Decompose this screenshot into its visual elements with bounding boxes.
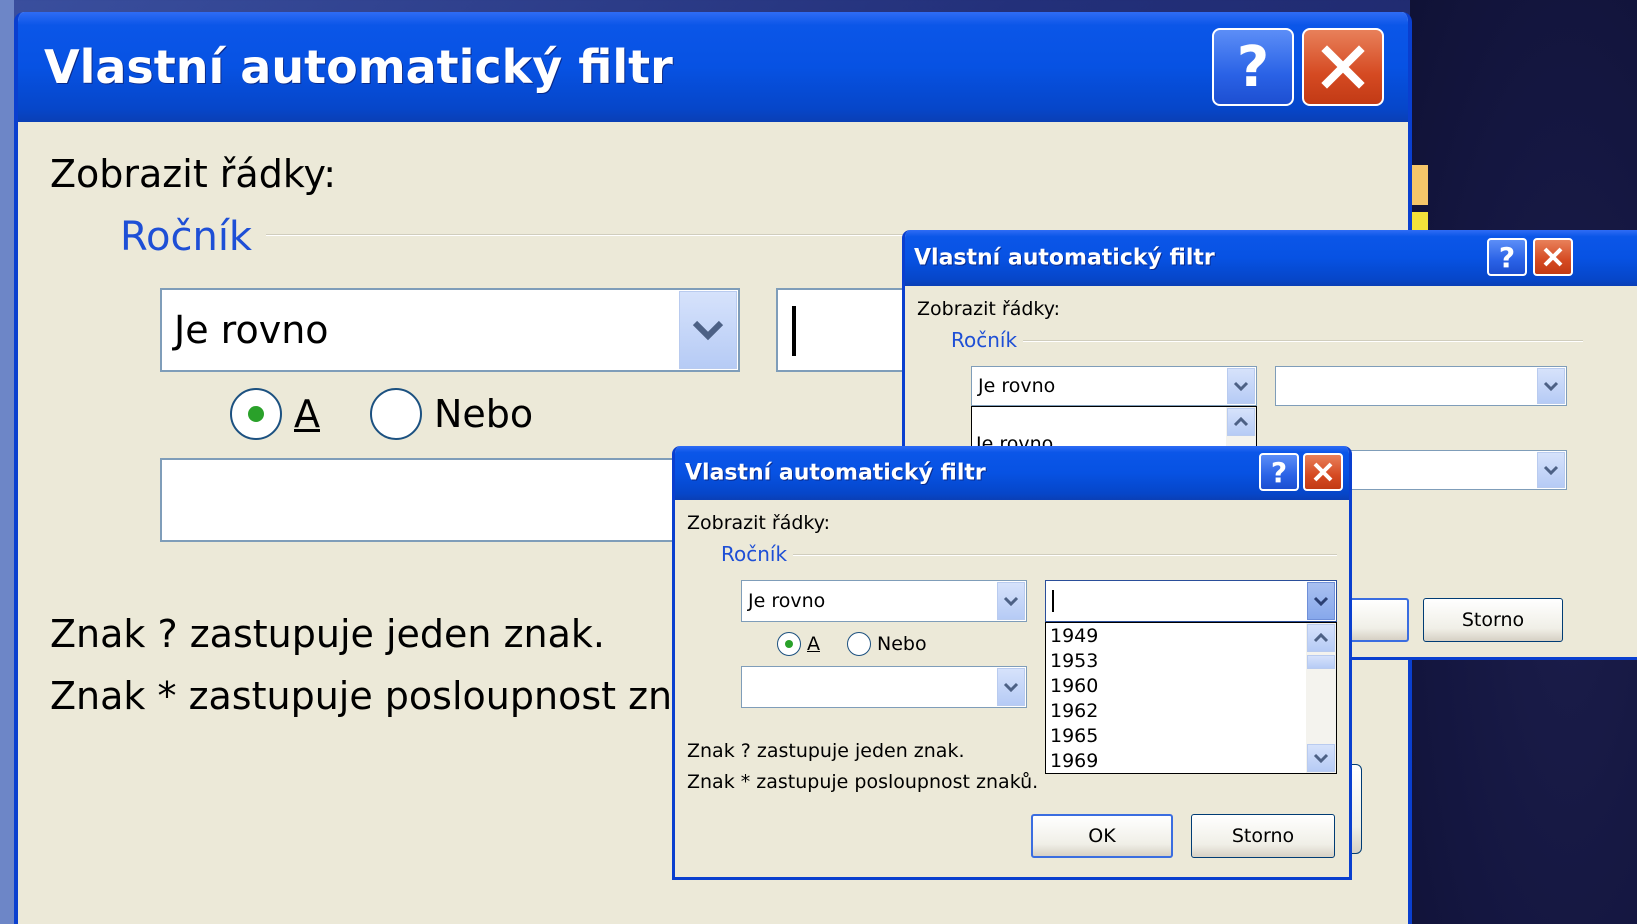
front-operator1-combo[interactable]: Je rovno	[741, 580, 1027, 622]
chevron-down-icon	[1313, 596, 1329, 606]
mid-operator1-combo[interactable]: Je rovno	[971, 366, 1257, 406]
chevron-up-icon	[1233, 417, 1249, 427]
front-ok-button[interactable]: OK	[1031, 814, 1173, 858]
front-operator2-dropdown-button[interactable]	[997, 668, 1025, 706]
mid-value1-combo[interactable]	[1275, 366, 1567, 406]
big-or-label[interactable]: Nebo	[434, 392, 533, 436]
chevron-down-icon	[692, 320, 724, 341]
close-icon	[1321, 45, 1365, 89]
mid-value2-dropdown-button[interactable]	[1537, 452, 1565, 488]
front-operator2-combo[interactable]	[741, 666, 1027, 708]
mid-value1-dropdown-button[interactable]	[1537, 368, 1565, 404]
help-icon: ?	[1498, 240, 1516, 274]
big-field-group-label: Ročník	[120, 214, 253, 260]
big-operator1-value: Je rovno	[174, 308, 329, 352]
scroll-up-button[interactable]	[1227, 408, 1255, 436]
big-and-radio[interactable]	[230, 388, 282, 440]
list-item[interactable]: 1960	[1050, 675, 1098, 697]
big-or-radio[interactable]	[370, 388, 422, 440]
front-dialog-titlebar[interactable]: Vlastní automatický filtr ?	[675, 446, 1349, 500]
front-help-button[interactable]: ?	[1259, 453, 1299, 491]
big-show-rows-label: Zobrazit řádky:	[50, 152, 337, 196]
list-item[interactable]: 1962	[1050, 700, 1098, 722]
mid-close-button[interactable]	[1533, 238, 1573, 276]
front-dialog-title: Vlastní automatický filtr	[685, 460, 986, 486]
front-and-radio[interactable]	[777, 632, 801, 656]
front-and-label[interactable]: A	[807, 633, 820, 655]
chevron-down-icon	[1233, 381, 1249, 391]
front-group-line	[793, 554, 1337, 556]
big-operator1-dropdown-button[interactable]	[679, 291, 737, 369]
front-value-dropdown-list[interactable]: 1949 1953 1960 1962 1965 1969	[1045, 622, 1337, 774]
front-field-group-label: Ročník	[721, 542, 788, 566]
mid-operator1-dropdown-button[interactable]	[1227, 368, 1255, 404]
mid-cancel-label: Storno	[1461, 609, 1525, 631]
front-or-label[interactable]: Nebo	[877, 633, 927, 655]
big-help-button[interactable]: ?	[1212, 28, 1294, 106]
list-item[interactable]: 1969	[1050, 750, 1098, 772]
radio-selected-dot	[248, 406, 264, 422]
list-item[interactable]: 1949	[1050, 625, 1098, 647]
mid-group-line	[1023, 340, 1583, 342]
chevron-down-icon	[1003, 596, 1019, 606]
mid-cancel-button[interactable]: Storno	[1423, 598, 1563, 642]
mid-operator1-value: Je rovno	[978, 375, 1056, 397]
big-dialog-title: Vlastní automatický filtr	[44, 40, 673, 94]
list-item[interactable]: 1965	[1050, 725, 1098, 747]
front-value1-combo[interactable]	[1045, 580, 1337, 622]
mid-show-rows-label: Zobrazit řádky:	[917, 298, 1061, 320]
front-cancel-label: Storno	[1231, 825, 1295, 847]
big-operator1-combo[interactable]: Je rovno	[160, 288, 740, 372]
text-caret	[792, 306, 796, 356]
front-show-rows-label: Zobrazit řádky:	[687, 512, 831, 534]
chevron-down-icon	[1003, 682, 1019, 692]
close-icon	[1543, 247, 1563, 267]
front-operator1-dropdown-button[interactable]	[997, 582, 1025, 620]
front-operator1-value: Je rovno	[748, 590, 826, 612]
mid-dialog-title: Vlastní automatický filtr	[914, 245, 1215, 271]
front-hint2: Znak * zastupuje posloupnost znaků.	[687, 771, 1039, 793]
chevron-down-icon	[1543, 465, 1559, 475]
front-dialog: Vlastní automatický filtr ? Zobrazit řád…	[672, 446, 1352, 880]
slide-left-strip	[0, 0, 14, 924]
help-icon: ?	[1236, 34, 1270, 100]
front-or-radio[interactable]	[847, 632, 871, 656]
scroll-thumb[interactable]	[1307, 655, 1335, 669]
mid-dialog-titlebar[interactable]: Vlastní automatický filtr ?	[905, 230, 1637, 286]
help-icon: ?	[1270, 455, 1288, 489]
scroll-up-button[interactable]	[1307, 624, 1335, 652]
front-list-scrollbar[interactable]	[1306, 623, 1336, 773]
front-cancel-button[interactable]: Storno	[1191, 814, 1335, 858]
close-icon	[1313, 462, 1333, 482]
mid-field-group-label: Ročník	[951, 328, 1018, 352]
front-ok-label: OK	[1088, 825, 1116, 847]
big-hint1: Znak ? zastupuje jeden znak.	[50, 612, 605, 656]
chevron-up-icon	[1313, 633, 1329, 643]
front-close-button[interactable]	[1303, 453, 1343, 491]
big-and-label[interactable]: A	[294, 392, 320, 436]
scroll-down-button[interactable]	[1307, 744, 1335, 772]
big-operator2-combo[interactable]	[160, 458, 740, 542]
big-hint2: Znak * zastupuje posloupnost zna	[50, 674, 696, 718]
radio-selected-dot	[785, 640, 793, 648]
big-close-button[interactable]	[1302, 28, 1384, 106]
big-dialog-titlebar[interactable]: Vlastní automatický filtr ?	[18, 12, 1408, 122]
front-hint1: Znak ? zastupuje jeden znak.	[687, 740, 965, 762]
chevron-down-icon	[1543, 381, 1559, 391]
list-item[interactable]: 1953	[1050, 650, 1098, 672]
text-caret	[1052, 590, 1054, 612]
front-value1-dropdown-button[interactable]	[1307, 582, 1335, 620]
mid-help-button[interactable]: ?	[1487, 238, 1527, 276]
chevron-down-icon	[1313, 753, 1329, 763]
